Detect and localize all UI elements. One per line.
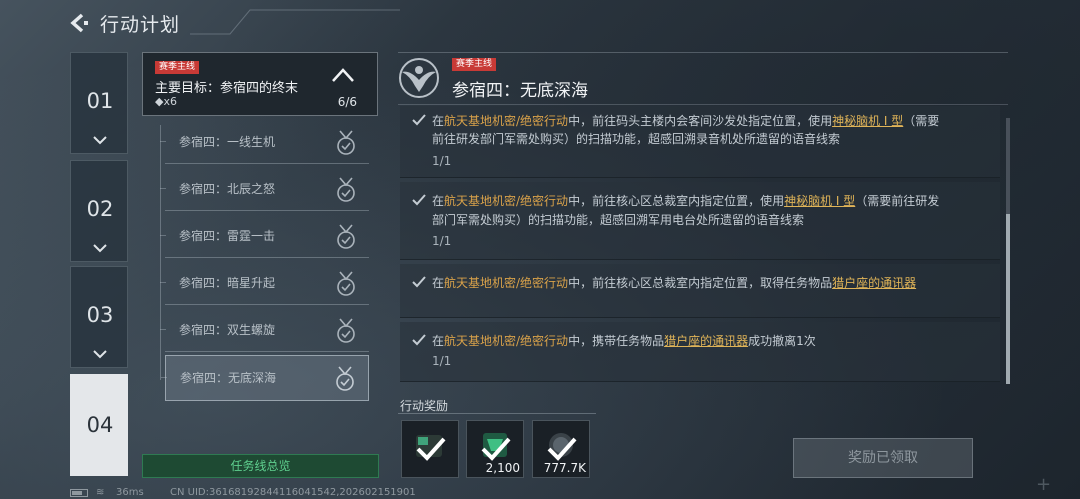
tree-connector [160, 282, 166, 283]
checkmark-icon [481, 437, 511, 461]
detail-title: 参宿四：无底深海 [452, 81, 588, 101]
tree-connector [160, 188, 166, 189]
reward-item[interactable]: 777.7K [532, 420, 590, 478]
chevron-up-icon[interactable] [331, 67, 355, 83]
main-target-title: 主要目标：参宿四的终末 [155, 81, 299, 96]
objective-count: 1/1 [432, 154, 452, 168]
objective-item: 在航天基地机密/绝密行动中，携带任务物品猎户座的通讯器成功撤离1次 1/1 [400, 322, 1000, 382]
item-link[interactable]: 神秘脑机 I 型 [784, 194, 855, 208]
scrollbar-thumb[interactable] [1006, 214, 1010, 384]
eagle-emblem-icon [399, 58, 439, 98]
battery-icon [70, 489, 88, 497]
objective-item: 在航天基地机密/绝密行动中，前往核心区总裁室内指定位置，取得任务物品猎户座的通讯… [400, 264, 1000, 318]
objective-item: 在航天基地机密/绝密行动中，前往核心区总裁室内指定位置，使用神秘脑机 I 型（需… [400, 182, 1000, 260]
chapter-tab-04[interactable]: 04 [70, 374, 128, 476]
reward-item[interactable] [401, 420, 459, 478]
chapter-tab-03[interactable]: 03 [70, 266, 128, 368]
tree-connector [160, 235, 166, 236]
chevron-down-icon [93, 244, 107, 253]
page-title: 行动计划 [100, 14, 181, 36]
chapter-tab-01[interactable]: 01 [70, 52, 128, 154]
objective-item: 在航天基地机密/绝密行动中，前往码头主楼内会客间沙发处指定位置，使用神秘脑机 I… [400, 106, 1000, 178]
check-icon [412, 194, 426, 206]
uid-readout: CN UID:3616819284411604154​2,20260215190… [170, 487, 416, 498]
panel-divider [398, 52, 1008, 53]
subtask-label: 参宿四：暗星升起 [179, 276, 276, 290]
objective-text-line2: 部门军需处购买）的扫描功能，超感回溯军用电台处所遗留的语音线索 [432, 213, 805, 227]
medal-check-icon [337, 177, 355, 202]
wifi-icon: ≋ [96, 487, 105, 498]
subtask-label: 参宿四：一线生机 [179, 135, 276, 149]
tree-connector [160, 141, 166, 142]
check-icon [412, 114, 426, 126]
task-overview-button[interactable]: 任务线总览 [142, 454, 379, 478]
subtask-item[interactable]: 参宿四：北辰之怒 [160, 167, 369, 211]
main-target-reward: ◆x6 [155, 95, 177, 108]
objective-text: 在航天基地机密/绝密行动中，前往码头主楼内会客间沙发处指定位置，使用神秘脑机 I… [432, 114, 940, 128]
checkmark-icon [547, 437, 577, 461]
rewards-label: 行动奖励 [400, 399, 449, 413]
subtask-item[interactable]: 参宿四：双生螺旋 [160, 308, 369, 352]
objective-text-line2: 前往研发部门军需处购买）的扫描功能，超感回溯录音机处所遗留的语音线索 [432, 132, 841, 146]
chevron-down-icon [93, 350, 107, 359]
subtask-label: 参宿四：无底深海 [180, 371, 277, 385]
back-arrow-icon[interactable] [68, 12, 90, 34]
objective-text: 在航天基地机密/绝密行动中，携带任务物品猎户座的通讯器成功撤离1次 [432, 334, 816, 348]
chapter-number: 03 [86, 303, 114, 327]
reward-claimed-button: 奖励已领取 [793, 438, 973, 478]
main-target-card[interactable]: 赛季主线 主要目标：参宿四的终末 ◆x6 6/6 [142, 52, 378, 116]
objective-text: 在航天基地机密/绝密行动中，前往核心区总裁室内指定位置，使用神秘脑机 I 型（需… [432, 194, 940, 208]
objective-list[interactable]: 在航天基地机密/绝密行动中，前往码头主楼内会客间沙发处指定位置，使用神秘脑机 I… [398, 106, 1008, 384]
subtask-item-selected[interactable]: 参宿四：无底深海 [161, 355, 369, 401]
item-link[interactable]: 神秘脑机 I 型 [832, 114, 903, 128]
season-main-tag: 赛季主线 [155, 61, 200, 74]
main-target-progress: 6/6 [337, 95, 357, 109]
chapter-number: 04 [86, 413, 114, 437]
subtask-label: 参宿四：北辰之怒 [179, 182, 276, 196]
chapter-number: 01 [86, 89, 114, 113]
medal-check-icon [337, 130, 355, 155]
reward-quantity: 777.7K [543, 461, 586, 475]
objective-count: 1/1 [432, 234, 452, 248]
medal-check-icon [337, 271, 355, 296]
subtask-tree-line [160, 125, 161, 380]
reward-quantity: 2,100 [485, 461, 520, 475]
check-icon [412, 334, 426, 346]
medal-check-icon [337, 224, 355, 249]
chevron-down-icon [93, 136, 107, 145]
tree-connector [160, 329, 166, 330]
subtask-label: 参宿四：雷霆一击 [179, 229, 276, 243]
medal-check-icon [336, 366, 354, 391]
subtask-item[interactable]: 参宿四：一线生机 [160, 120, 369, 164]
checkmark-icon [416, 437, 446, 461]
subtask-label: 参宿四：双生螺旋 [179, 323, 276, 337]
item-link[interactable]: 猎户座的通讯器 [832, 276, 916, 290]
objective-count: 1/1 [432, 354, 452, 368]
plus-icon: + [1036, 474, 1052, 495]
header-decoration [190, 9, 400, 35]
subtask-item[interactable]: 参宿四：暗星升起 [160, 261, 369, 305]
season-main-tag: 赛季主线 [452, 58, 497, 71]
medal-check-icon [337, 318, 355, 343]
objective-text: 在航天基地机密/绝密行动中，前往核心区总裁室内指定位置，取得任务物品猎户座的通讯… [432, 276, 917, 290]
panel-divider [398, 104, 1008, 105]
reward-item[interactable]: 2,100 [466, 420, 524, 478]
chapter-tab-02[interactable]: 02 [70, 160, 128, 262]
ping-readout: 36ms [116, 487, 144, 498]
rewards-divider [398, 413, 596, 414]
subtask-item[interactable]: 参宿四：雷霆一击 [160, 214, 369, 258]
check-icon [412, 276, 426, 288]
chapter-number: 02 [86, 197, 114, 221]
item-link[interactable]: 猎户座的通讯器 [664, 334, 748, 348]
tree-connector [161, 377, 167, 378]
